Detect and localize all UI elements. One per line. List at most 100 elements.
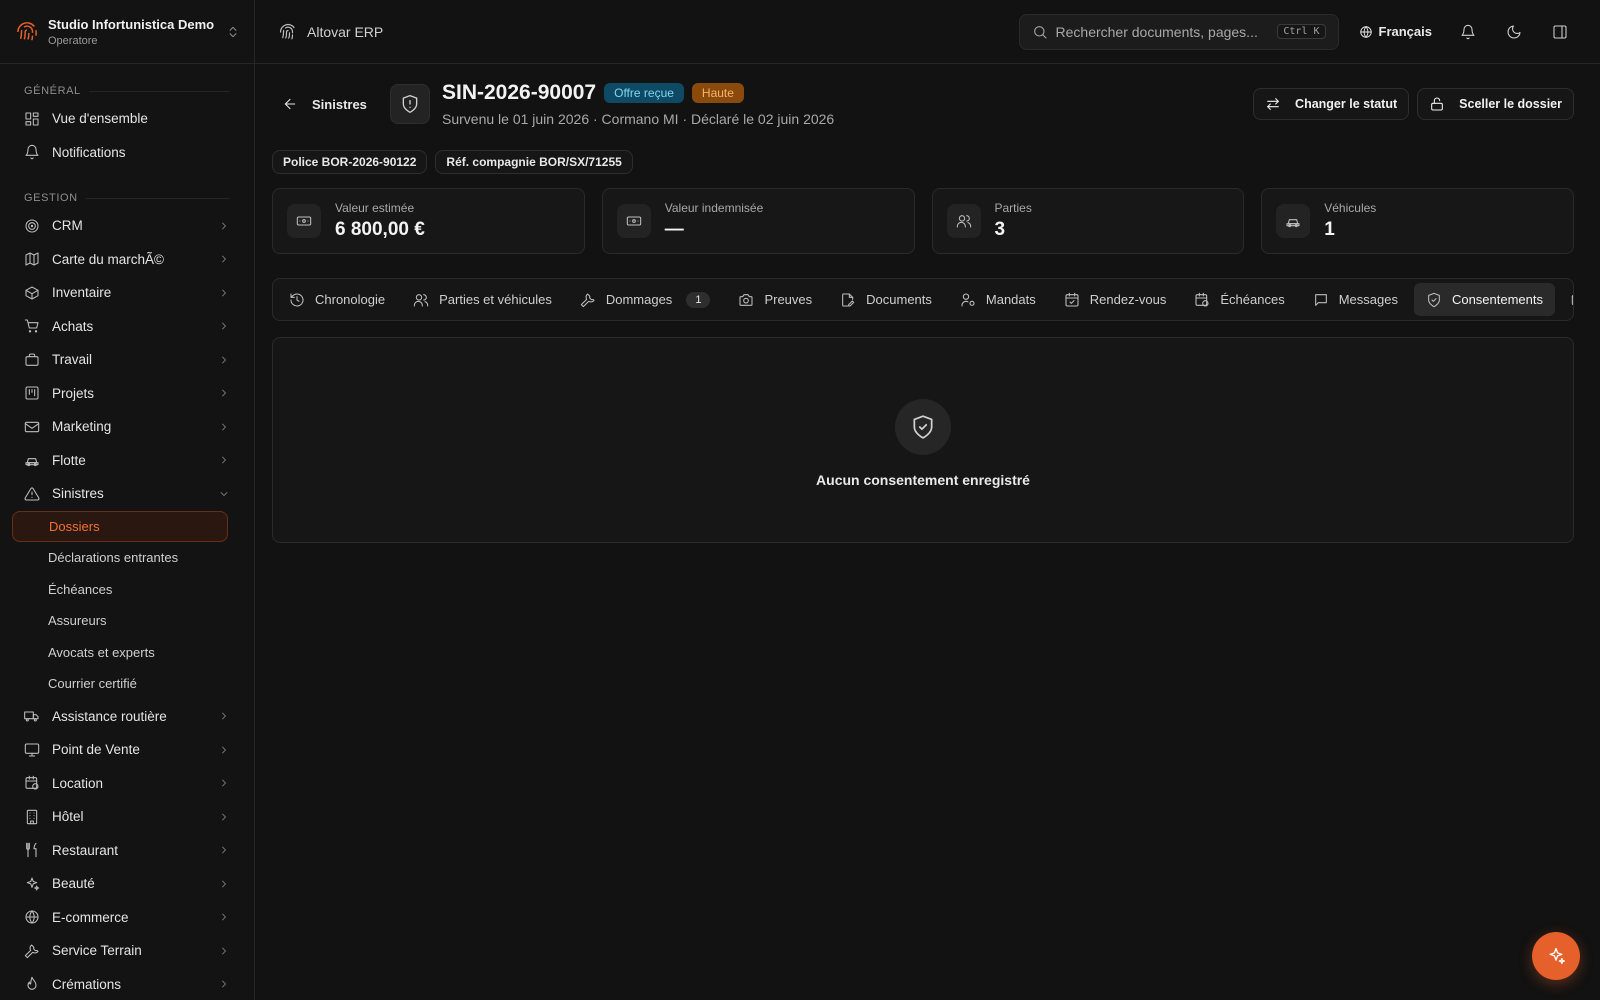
sidebar-item-label: Projets	[52, 385, 95, 401]
sidebar-item-notifications[interactable]: Notifications	[0, 136, 254, 170]
tab-appointments[interactable]: Rendez-vous	[1052, 283, 1179, 316]
back-button[interactable]: Sinistres	[272, 96, 390, 112]
stat-value: —	[664, 219, 684, 240]
back-label: Sinistres	[312, 96, 367, 112]
shield-alert-icon	[390, 84, 430, 124]
sidebar-item-overview[interactable]: Vue d'ensemble	[0, 102, 254, 136]
search-input[interactable]: Rechercher documents, pages... Ctrl K	[1018, 13, 1339, 50]
stat-card-indemnified: Valeur indemnisée —	[601, 188, 915, 254]
sidebar-subitem-incoming-declarations[interactable]: Déclarations entrantes	[0, 542, 254, 574]
app-brand[interactable]: Altovar ERP	[279, 23, 383, 41]
tab-consents[interactable]: Consentements	[1413, 283, 1556, 316]
tab-mail[interactable]	[1559, 283, 1573, 316]
sidebar-item-label: E-commerce	[52, 909, 129, 925]
theme-toggle-button[interactable]	[1498, 16, 1530, 48]
tab-parties-vehicles[interactable]: Parties et véhicules	[401, 283, 564, 316]
org-switcher[interactable]: Studio Infortunistica Demo Operatore	[0, 0, 254, 64]
sidebar-item-market-map[interactable]: Carte du marchÃ©	[0, 243, 254, 277]
section-label-general: GÉNÉRAL	[0, 80, 254, 102]
arrows-swap-icon	[1265, 96, 1281, 112]
sidebar-item-crm[interactable]: CRM	[0, 209, 254, 243]
camera-icon	[738, 292, 754, 308]
sidebar-subitem-dossiers[interactable]: Dossiers	[12, 510, 228, 542]
shield-check-icon	[895, 398, 951, 455]
fingerprint-icon	[279, 23, 297, 41]
top-bar: Altovar ERP Rechercher documents, pages.…	[255, 0, 1600, 64]
sidebar-item-label: Flotte	[52, 452, 86, 468]
truck-icon	[24, 708, 40, 724]
tab-label: Mandats	[985, 292, 1036, 307]
chevron-right-icon	[218, 945, 230, 957]
change-status-label: Changer le statut	[1295, 97, 1398, 111]
sparkles-icon	[24, 876, 40, 892]
sidebar-item-ecommerce[interactable]: E-commerce	[0, 901, 254, 935]
sidebar-item-point-of-sale[interactable]: Point de Vente	[0, 733, 254, 767]
sidebar-item-road-assistance[interactable]: Assistance routière	[0, 700, 254, 734]
banknote-icon	[287, 204, 321, 238]
sidebar-item-label: Travail	[52, 352, 93, 368]
message-icon	[1313, 292, 1329, 308]
search-shortcut: Ctrl K	[1277, 24, 1326, 39]
chevron-right-icon	[218, 421, 230, 433]
sidebar-item-label: Crémations	[52, 976, 122, 992]
sidebar-item-label: Achats	[52, 318, 94, 334]
sidebar-item-purchases[interactable]: Achats	[0, 310, 254, 344]
language-selector[interactable]: Français	[1353, 24, 1438, 39]
policy-tag: Police BOR-2026-90122	[272, 150, 428, 174]
sidebar-item-field-service[interactable]: Service Terrain	[0, 934, 254, 968]
chevron-right-icon	[218, 844, 230, 856]
tab-deadlines[interactable]: Échéances	[1182, 283, 1296, 316]
briefcase-icon	[24, 352, 40, 368]
chevron-right-icon	[218, 454, 230, 466]
tab-documents[interactable]: Documents	[828, 283, 944, 316]
sidebar-item-hotel[interactable]: Hôtel	[0, 800, 254, 834]
tab-count-badge: 1	[686, 291, 711, 308]
tab-label: Dommages	[605, 292, 673, 307]
sidebar-item-beauty[interactable]: Beauté	[0, 867, 254, 901]
bell-icon	[1460, 24, 1476, 40]
sidebar-item-cremations[interactable]: Crémations	[0, 968, 254, 1000]
case-tabs: Chronologie Parties et véhicules Dommage…	[272, 278, 1574, 321]
sparkles-icon	[1546, 946, 1566, 966]
tab-mandates[interactable]: Mandats	[948, 283, 1048, 316]
chevron-right-icon	[218, 220, 230, 232]
sidebar-item-restaurant[interactable]: Restaurant	[0, 834, 254, 868]
sidebar-subitem-insurers[interactable]: Assureurs	[0, 605, 254, 637]
chevron-right-icon	[218, 320, 230, 332]
globe-icon	[1359, 25, 1373, 39]
sidebar-item-marketing[interactable]: Marketing	[0, 410, 254, 444]
ai-assistant-button[interactable]	[1532, 932, 1580, 980]
sidebar-item-inventory[interactable]: Inventaire	[0, 276, 254, 310]
notifications-button[interactable]	[1452, 16, 1484, 48]
tab-messages[interactable]: Messages	[1301, 283, 1410, 316]
sidebar-item-projects[interactable]: Projets	[0, 377, 254, 411]
sidebar-item-work[interactable]: Travail	[0, 343, 254, 377]
case-id: SIN-2026-90007	[442, 81, 597, 104]
tab-timeline[interactable]: Chronologie	[277, 283, 397, 316]
chevron-right-icon	[218, 811, 230, 823]
sidebar-subitem-certified-mail[interactable]: Courrier certifié	[0, 668, 254, 700]
empty-state-text: Aucun consentement enregistré	[816, 471, 1030, 488]
toggle-panel-button[interactable]	[1544, 16, 1576, 48]
calendar-clock-icon	[1194, 292, 1210, 308]
sidebar-subitem-deadlines[interactable]: Échéances	[0, 574, 254, 606]
tab-damages[interactable]: Dommages 1	[568, 283, 723, 316]
tab-evidence[interactable]: Preuves	[726, 283, 824, 316]
change-status-button[interactable]: Changer le statut	[1253, 88, 1410, 120]
chevron-right-icon	[218, 253, 230, 265]
chevron-right-icon	[218, 387, 230, 399]
sidebar-item-label: CRM	[52, 218, 83, 234]
banknote-icon	[616, 204, 651, 238]
consents-empty-state: Aucun consentement enregistré	[272, 337, 1574, 543]
search-placeholder: Rechercher documents, pages...	[1055, 23, 1258, 40]
warning-icon	[24, 486, 40, 502]
users-icon	[413, 292, 429, 308]
sidebar-item-label: Notifications	[52, 144, 126, 160]
sidebar-item-claims[interactable]: Sinistres	[0, 477, 254, 511]
sidebar-item-fleet[interactable]: Flotte	[0, 444, 254, 478]
kanban-icon	[24, 385, 40, 401]
sidebar-item-rental[interactable]: Location	[0, 767, 254, 801]
seal-case-button[interactable]: Sceller le dossier	[1417, 88, 1574, 120]
sidebar-subitem-lawyers-experts[interactable]: Avocats et experts	[0, 637, 254, 669]
stats-row: Valeur estimée 6 800,00 € Valeur indemni…	[272, 188, 1574, 254]
